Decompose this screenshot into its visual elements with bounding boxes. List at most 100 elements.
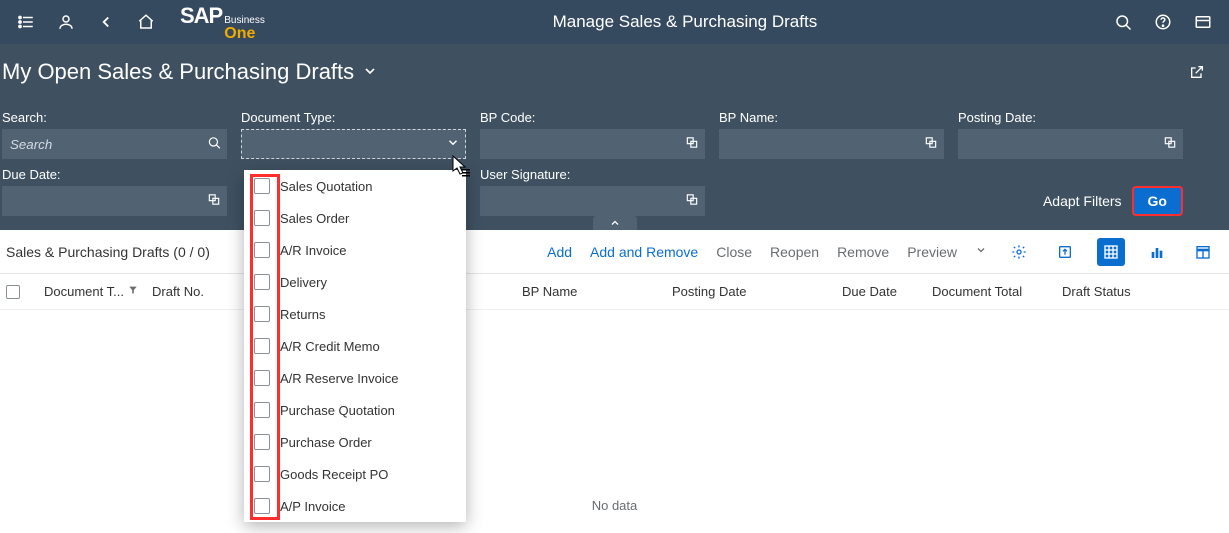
remove-button[interactable]: Remove — [837, 244, 889, 260]
chevron-down-icon — [362, 63, 378, 79]
checkbox-icon[interactable] — [254, 274, 270, 290]
doc-type-option[interactable]: Purchase Order — [244, 426, 466, 458]
chevron-down-icon — [975, 244, 987, 256]
doc-type-option[interactable]: Sales Quotation — [244, 170, 466, 202]
bp-name-label: BP Name: — [719, 110, 944, 125]
doc-type-option-label: Goods Receipt PO — [280, 467, 388, 482]
bp-name-input[interactable] — [719, 129, 944, 159]
share-icon — [1189, 64, 1205, 80]
checkbox-icon[interactable] — [254, 498, 270, 514]
search-input[interactable] — [2, 129, 227, 159]
doc-type-option-label: A/R Reserve Invoice — [280, 371, 399, 386]
doc-type-option-label: Returns — [280, 307, 326, 322]
shell-right-actions — [1105, 4, 1221, 40]
preview-button[interactable]: Preview — [907, 244, 957, 260]
close-button[interactable]: Close — [716, 244, 752, 260]
variant-title[interactable]: My Open Sales & Purchasing Drafts — [2, 59, 354, 85]
shell-header: SAP Business One Manage Sales & Purchasi… — [0, 0, 1229, 44]
doc-type-label: Document Type: — [241, 110, 466, 125]
home-button[interactable] — [128, 4, 164, 40]
back-button[interactable] — [88, 4, 124, 40]
doc-type-option-label: Sales Quotation — [280, 179, 373, 194]
filter-actions: Adapt Filters Go — [958, 186, 1183, 216]
doc-type-option[interactable]: Returns — [244, 298, 466, 330]
bp-code-input[interactable] — [480, 129, 705, 159]
doc-type-option[interactable]: A/R Reserve Invoice — [244, 362, 466, 394]
export-button[interactable] — [1051, 238, 1079, 266]
table-header: Document T... Draft No. le BP Name Posti… — [0, 274, 1229, 310]
adapt-filters-link[interactable]: Adapt Filters — [1043, 193, 1122, 209]
filter-doc-type: Document Type: — [241, 110, 466, 159]
doc-type-dropdown[interactable]: Sales Quotation Sales OrderA/R InvoiceDel… — [244, 170, 466, 522]
preview-dropdown[interactable] — [975, 244, 987, 259]
chevron-left-icon — [97, 13, 115, 31]
doc-type-option[interactable]: Delivery — [244, 266, 466, 298]
user-signature-input[interactable] — [480, 186, 705, 216]
posting-date-label: Posting Date: — [958, 110, 1183, 125]
user-signature-label: User Signature: — [480, 167, 705, 182]
user-icon — [57, 13, 75, 31]
doc-type-option[interactable]: Sales Order — [244, 202, 466, 234]
checkbox-icon[interactable] — [254, 466, 270, 482]
doc-type-option-label: Purchase Quotation — [280, 403, 395, 418]
shell-left-actions: SAP Business One — [8, 3, 265, 42]
checkbox-icon[interactable] — [254, 210, 270, 226]
checkbox-icon[interactable] — [254, 434, 270, 450]
doc-type-input[interactable] — [241, 129, 466, 159]
chart-view-button[interactable] — [1143, 238, 1171, 266]
checkbox-icon[interactable] — [254, 402, 270, 418]
table-view-button[interactable] — [1097, 238, 1125, 266]
column-document-total[interactable]: Document Total — [922, 284, 1052, 299]
filter-icon — [128, 285, 138, 298]
overflow-button[interactable] — [1185, 4, 1221, 40]
doc-type-option[interactable]: Goods Receipt PO — [244, 458, 466, 490]
checkbox-icon[interactable] — [254, 370, 270, 386]
checkbox-icon[interactable] — [254, 242, 270, 258]
collapse-filter-bar[interactable] — [593, 216, 637, 230]
filter-user-signature: User Signature: — [480, 167, 705, 216]
checkbox-icon[interactable] — [254, 178, 270, 194]
checkbox-icon[interactable] — [254, 338, 270, 354]
doc-type-option[interactable]: A/P Invoice — [244, 490, 466, 522]
column-bp-name[interactable]: BP Name — [452, 284, 642, 299]
export-icon — [1057, 244, 1073, 260]
gear-icon — [1011, 244, 1027, 260]
menu-button[interactable] — [8, 4, 44, 40]
grid-icon — [1103, 244, 1119, 260]
reopen-button[interactable]: Reopen — [770, 244, 819, 260]
filter-posting-date: Posting Date: — [958, 110, 1183, 159]
filter-search: Search: — [2, 110, 227, 159]
layout-icon — [1195, 244, 1211, 260]
settings-button[interactable] — [1005, 238, 1033, 266]
add-button[interactable]: Add — [547, 244, 572, 260]
doc-type-option-label: A/R Credit Memo — [280, 339, 380, 354]
column-posting-date[interactable]: Posting Date — [642, 284, 802, 299]
add-remove-button[interactable]: Add and Remove — [590, 244, 698, 260]
chevron-up-icon — [609, 217, 621, 229]
search-label: Search: — [2, 110, 227, 125]
layout-button[interactable] — [1189, 238, 1217, 266]
doc-type-option[interactable]: A/R Invoice — [244, 234, 466, 266]
filter-bp-code: BP Code: — [480, 110, 705, 159]
due-date-label: Due Date: — [2, 167, 227, 182]
posting-date-input[interactable] — [958, 129, 1183, 159]
help-button[interactable] — [1145, 4, 1181, 40]
doc-type-option-label: A/P Invoice — [280, 499, 346, 514]
column-draft-no[interactable]: Draft No. — [142, 284, 222, 299]
logo-business-text: Business — [224, 16, 265, 26]
share-button[interactable] — [1183, 58, 1211, 86]
checkbox-icon[interactable] — [254, 306, 270, 322]
search-button[interactable] — [1105, 4, 1141, 40]
variant-dropdown[interactable] — [362, 63, 378, 82]
logo-sap-text: SAP — [180, 3, 222, 29]
column-draft-status[interactable]: Draft Status — [1052, 284, 1172, 299]
due-date-input[interactable] — [2, 186, 227, 216]
doc-type-option[interactable]: Purchase Quotation — [244, 394, 466, 426]
column-due-date[interactable]: Due Date — [802, 284, 922, 299]
user-button[interactable] — [48, 4, 84, 40]
go-button[interactable]: Go — [1132, 186, 1183, 216]
column-doc-type[interactable]: Document T... — [34, 284, 142, 299]
content-toolbar: Sales & Purchasing Drafts (0 / 0) Add Ad… — [0, 230, 1229, 274]
doc-type-option[interactable]: A/R Credit Memo — [244, 330, 466, 362]
select-all-checkbox[interactable] — [6, 285, 34, 299]
